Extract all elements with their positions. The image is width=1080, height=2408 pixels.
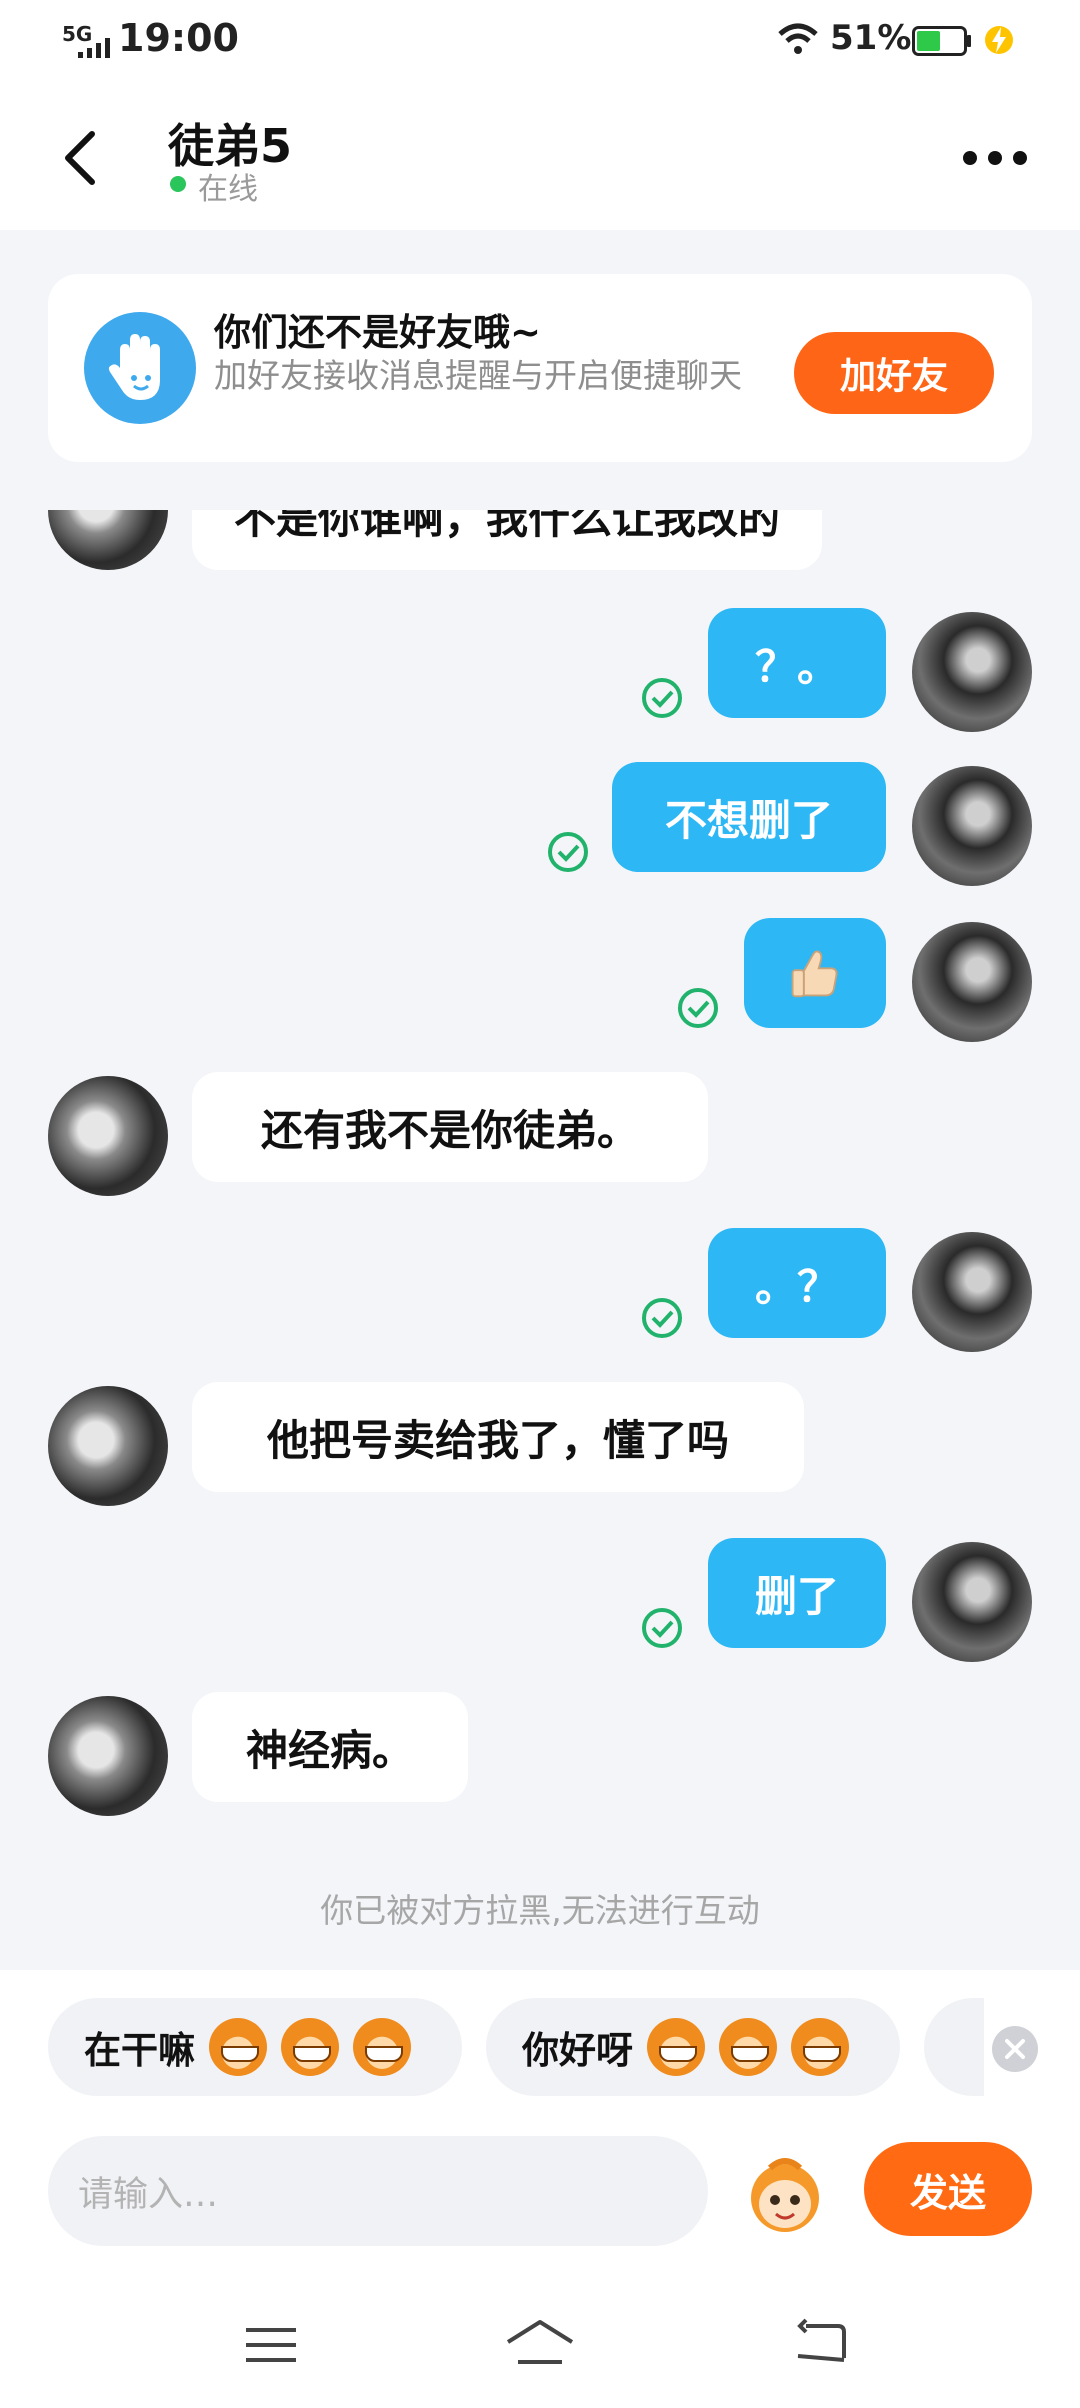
back-arrow-icon[interactable] [48, 122, 118, 192]
quick-reply-label: 你好呀 [522, 2029, 633, 2072]
message-bubble-incoming[interactable]: 神经病。 [192, 1692, 468, 1802]
contact-avatar[interactable] [48, 510, 168, 570]
quick-reply-chip[interactable]: 你好呀 [486, 1998, 900, 2096]
read-check-icon [548, 832, 588, 872]
read-check-icon [642, 678, 682, 718]
contact-avatar[interactable] [48, 1076, 168, 1196]
contact-avatar[interactable] [48, 1696, 168, 1816]
message-bubble-incoming[interactable]: 还有我不是你徒弟。 [192, 1072, 708, 1182]
menu-icon[interactable] [244, 2322, 298, 2368]
signal-icon [78, 38, 110, 58]
home-icon[interactable] [504, 2316, 576, 2372]
message-bubble-outgoing[interactable] [744, 918, 886, 1028]
message-list[interactable]: 不是你谁啊，我什么让我改的 ？。 不想删了 还有我不是你徒弟。 。？ 他把号卖给… [0, 510, 1080, 1970]
input-placeholder: 请输入… [78, 2174, 219, 2215]
grinning-monkey-icon [353, 2018, 411, 2076]
grinning-monkey-icon [281, 2018, 339, 2076]
my-avatar[interactable] [912, 1542, 1032, 1662]
online-dot [170, 176, 186, 192]
my-avatar[interactable] [912, 612, 1032, 732]
monkey-face-icon [791, 2018, 849, 2076]
message-bubble-outgoing[interactable]: 不想删了 [612, 762, 886, 872]
banner-title: 你们还不是好友哦~ [214, 311, 542, 354]
return-icon[interactable] [794, 2316, 850, 2370]
more-options-icon[interactable] [960, 138, 1030, 178]
read-check-icon [642, 1608, 682, 1648]
blocked-notice: 你已被对方拉黑,无法进行互动 [320, 1891, 760, 1930]
sticker-icon[interactable] [740, 2148, 830, 2238]
status-bar: 5G 19:00 51% [0, 0, 1080, 82]
my-avatar[interactable] [912, 922, 1032, 1042]
contact-avatar[interactable] [48, 1386, 168, 1506]
message-bubble-outgoing[interactable]: 。？ [708, 1228, 886, 1338]
close-quick-replies-icon[interactable] [992, 2026, 1038, 2072]
message-bubble-incoming[interactable]: 不是你谁啊，我什么让我改的 [192, 510, 823, 570]
message-input[interactable]: 请输入… [48, 2136, 708, 2246]
battery-icon [912, 26, 971, 56]
add-friend-banner: 你们还不是好友哦~ 加好友接收消息提醒与开启便捷聊天 加好友 [48, 274, 1032, 462]
message-bubble-outgoing[interactable]: ？。 [708, 608, 886, 718]
read-check-icon [678, 988, 718, 1028]
message-bubble-outgoing[interactable]: 删了 [708, 1538, 886, 1648]
online-status: 在线 [198, 172, 258, 207]
battery-percent: 51% [830, 18, 912, 58]
thumbs-up-icon [791, 950, 838, 998]
quick-reply-chip[interactable]: 在干嘛 [48, 1998, 462, 2096]
add-friend-button[interactable]: 加好友 [794, 332, 994, 414]
my-avatar[interactable] [912, 1232, 1032, 1352]
quick-reply-label: 在干嘛 [84, 2029, 195, 2072]
quick-reply-chip-partial[interactable] [924, 1998, 984, 2096]
chat-header: 徒弟5 在线 [0, 82, 1080, 230]
banner-subtitle: 加好友接收消息提醒与开启便捷聊天 [214, 356, 742, 395]
send-button[interactable]: 发送 [864, 2142, 1032, 2236]
grinning-monkey-icon [209, 2018, 267, 2076]
monkey-face-icon [647, 2018, 705, 2076]
my-avatar[interactable] [912, 766, 1032, 886]
clock: 19:00 [118, 16, 239, 60]
wifi-icon [778, 23, 818, 54]
read-check-icon [642, 1298, 682, 1338]
message-bubble-incoming[interactable]: 他把号卖给我了，懂了吗 [192, 1382, 804, 1492]
wave-hand-icon [84, 312, 196, 424]
charging-icon [985, 26, 1013, 54]
monkey-face-icon [719, 2018, 777, 2076]
